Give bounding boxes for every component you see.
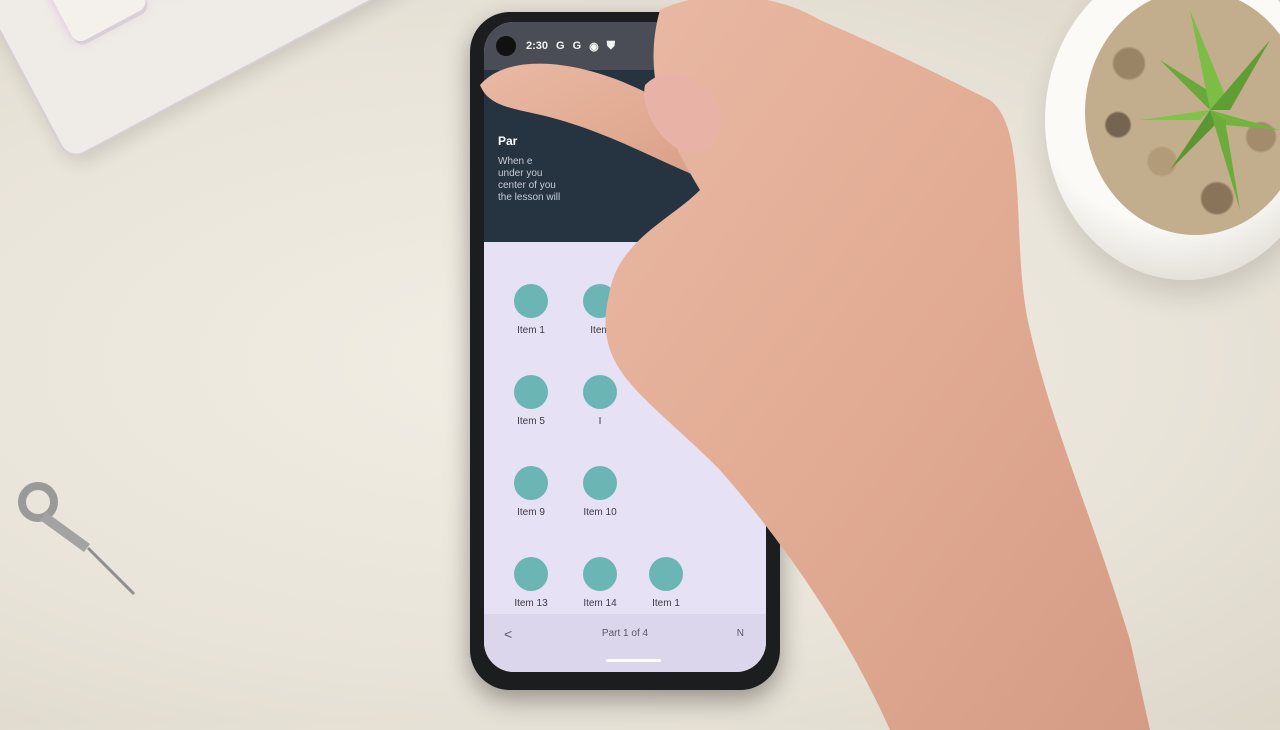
status-bar: 2:30 G G ◉ ⛊	[484, 22, 766, 70]
grid-item[interactable]: Item	[570, 284, 630, 336]
description-line: under you	[498, 168, 543, 179]
item-circle	[583, 557, 617, 591]
location-icon: ◉	[589, 40, 599, 53]
tutorial-title: Basic n	[608, 90, 658, 106]
item-circle	[649, 557, 683, 591]
tutorial-description: When e under you center of you the lesso…	[498, 156, 748, 204]
phone-screen: 2:30 G G ◉ ⛊ Basic n Par When e under yo…	[484, 22, 766, 672]
part-indicator: Part 1 of 4	[601, 628, 649, 639]
item-circle	[583, 466, 617, 500]
description-line: center of you	[498, 180, 556, 191]
grid-item[interactable]: Item 1	[501, 284, 561, 336]
item-label: Item 10	[583, 507, 617, 518]
description-line: the lesson will	[498, 192, 561, 203]
item-label: Item	[590, 325, 610, 336]
item-grid: Item 1 Item Item 5 I Item 9 Item 10 Item…	[484, 242, 766, 627]
tutorial-header: Basic n Par When e under you center of y…	[484, 70, 766, 242]
item-label: Item 1	[517, 325, 545, 336]
item-label: I	[598, 416, 602, 427]
phone: 2:30 G G ◉ ⛊ Basic n Par When e under yo…	[470, 12, 780, 690]
grid-item[interactable]: Item 14	[570, 557, 630, 609]
bottom-nav: < Part 1 of 4 N	[484, 614, 766, 672]
google-icon: G	[572, 40, 582, 52]
shield-icon: ⛊	[606, 39, 616, 52]
home-indicator[interactable]	[606, 659, 661, 662]
description-line: When e	[498, 156, 533, 167]
grid-item[interactable]: I	[570, 375, 630, 427]
grid-item[interactable]: Item 13	[501, 557, 561, 609]
next-button[interactable]: N	[737, 628, 744, 639]
item-circle	[514, 284, 548, 318]
item-circle	[583, 375, 617, 409]
item-label: Item 9	[517, 507, 545, 518]
item-circle	[514, 557, 548, 591]
grid-item[interactable]: Item 10	[570, 466, 630, 518]
item-label: Item 13	[514, 598, 548, 609]
keyboard-key: ≡	[42, 0, 149, 45]
sim-ejector-tool	[18, 482, 136, 596]
grid-item[interactable]: Item 1	[636, 557, 696, 609]
keyboard: ≡ Ctrl	[0, 0, 444, 162]
item-circle	[583, 284, 617, 318]
google-icon: G	[556, 40, 565, 52]
status-time: 2:30	[526, 40, 549, 52]
item-label: Item 1	[652, 598, 680, 609]
item-circle	[514, 466, 548, 500]
item-label: Item 5	[517, 416, 545, 427]
grid-item[interactable]: Item 9	[501, 466, 561, 518]
item-circle	[514, 375, 548, 409]
item-label: Item 14	[583, 598, 617, 609]
succulent-plant	[1140, 10, 1280, 210]
part-heading: Par	[498, 134, 518, 148]
front-camera	[496, 36, 516, 56]
grid-item[interactable]: Item 5	[501, 375, 561, 427]
